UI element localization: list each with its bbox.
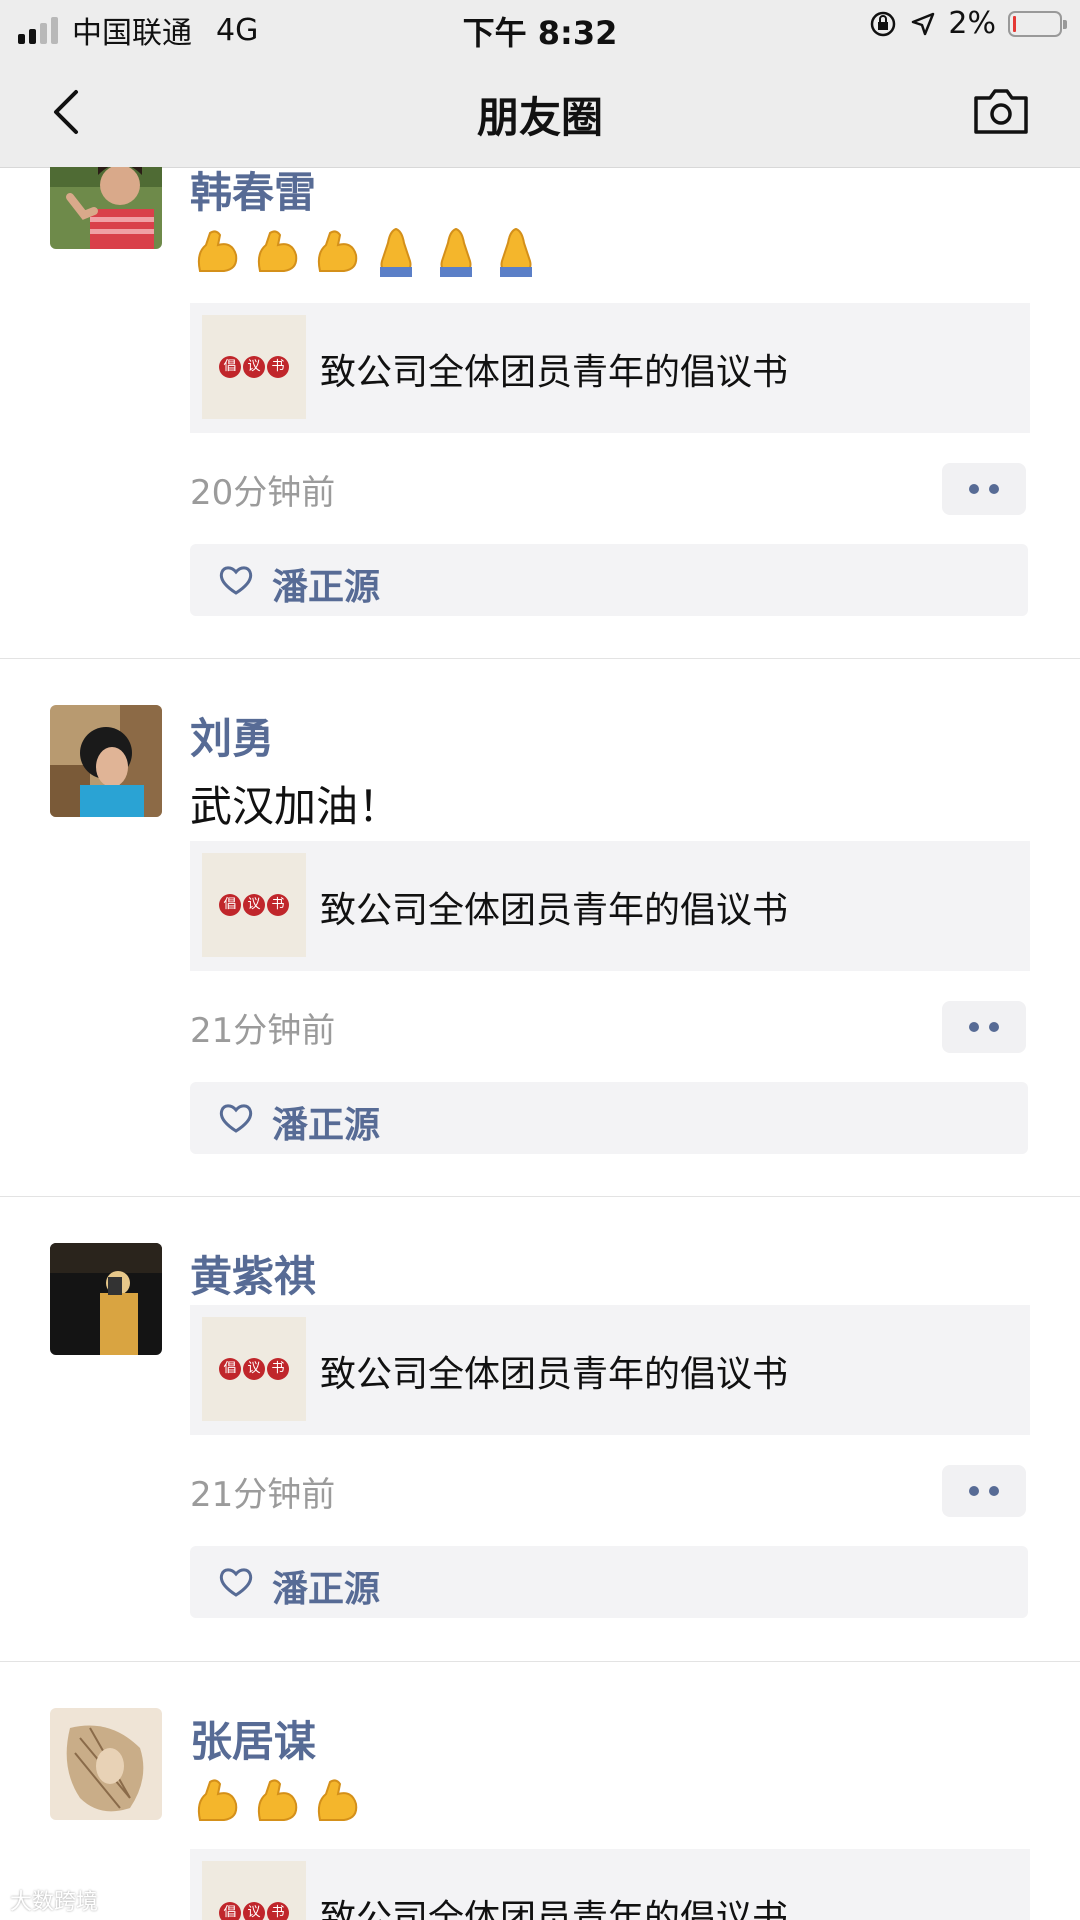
shared-link-card[interactable]: 倡 议 书 致公司全体团员青年的倡议书 (190, 841, 1030, 971)
more-actions-button[interactable] (942, 463, 1026, 515)
rotation-lock-icon (871, 11, 896, 36)
page-title: 朋友圈 (476, 93, 603, 142)
flexed-biceps-icon (192, 1774, 240, 1830)
status-bar: 中国联通 4G 下午 8:32 2% (0, 0, 1080, 54)
nav-bar: 朋友圈 (0, 54, 1080, 168)
shared-link-card[interactable]: 倡 议 书 致公司全体团员青年的倡议书 (190, 1305, 1030, 1435)
post-author[interactable]: 韩春雷 (190, 167, 316, 220)
avatar[interactable] (50, 1243, 162, 1355)
status-right: 2% (868, 6, 1067, 41)
link-thumbnail: 倡 议 书 (202, 853, 306, 957)
post-author[interactable]: 张居谋 (190, 1708, 316, 1769)
location-icon (912, 12, 935, 35)
flexed-biceps-icon (312, 1774, 360, 1830)
folded-hands-icon (492, 225, 540, 281)
post-author[interactable]: 黄紫祺 (190, 1243, 316, 1304)
liker-name[interactable]: 潘正源 (272, 1560, 380, 1612)
likes-box: 潘正源 (190, 1546, 1028, 1618)
shared-link-card[interactable]: 倡 议 书 致公司全体团员青年的倡议书 (190, 303, 1030, 433)
link-thumbnail: 倡 议 书 (202, 1317, 306, 1421)
post-time: 20分钟前 (190, 473, 336, 513)
flexed-biceps-icon (252, 1774, 300, 1830)
link-title: 致公司全体团员青年的倡议书 (320, 1898, 789, 1920)
battery-percent: 2% (948, 6, 996, 41)
post-divider (0, 1661, 1080, 1662)
link-thumbnail: 倡 议 书 (202, 315, 306, 419)
battery-icon (1008, 10, 1067, 37)
camera-icon[interactable] (972, 84, 1030, 138)
post-divider (0, 658, 1080, 659)
folded-hands-icon (372, 225, 420, 281)
link-title: 致公司全体团员青年的倡议书 (320, 352, 789, 393)
link-title: 致公司全体团员青年的倡议书 (320, 1354, 789, 1395)
heart-icon (219, 566, 253, 595)
flexed-biceps-icon (252, 225, 300, 281)
likes-box: 潘正源 (190, 544, 1028, 616)
likes-box: 潘正源 (190, 1082, 1028, 1154)
folded-hands-icon (432, 225, 480, 281)
emoji-row (192, 1774, 360, 1830)
link-title: 致公司全体团员青年的倡议书 (320, 890, 789, 931)
emoji-row (192, 225, 540, 281)
post-time: 21分钟前 (190, 1011, 336, 1051)
moments-feed[interactable]: 韩春雷 倡 议 书 致公司全体团员青年的倡议书 20分钟前 潘正源 刘勇 武汉加… (0, 167, 1080, 1920)
more-actions-button[interactable] (942, 1001, 1026, 1053)
liker-name[interactable]: 潘正源 (272, 558, 380, 610)
link-thumbnail: 倡 议 书 (202, 1861, 306, 1920)
avatar[interactable] (50, 1708, 162, 1820)
more-actions-button[interactable] (942, 1465, 1026, 1517)
watermark: 大数跨境 (10, 1890, 99, 1915)
flexed-biceps-icon (312, 225, 360, 281)
post-time: 21分钟前 (190, 1475, 336, 1515)
avatar[interactable] (50, 167, 162, 249)
heart-icon (219, 1104, 253, 1133)
avatar[interactable] (50, 705, 162, 817)
flexed-biceps-icon (192, 225, 240, 281)
post-text: 武汉加油！ (190, 782, 401, 831)
shared-link-card[interactable]: 倡 议 书 致公司全体团员青年的倡议书 (190, 1849, 1030, 1920)
post-author[interactable]: 刘勇 (190, 705, 274, 766)
heart-icon (219, 1568, 253, 1597)
liker-name[interactable]: 潘正源 (272, 1096, 380, 1148)
post-divider (0, 1196, 1080, 1197)
